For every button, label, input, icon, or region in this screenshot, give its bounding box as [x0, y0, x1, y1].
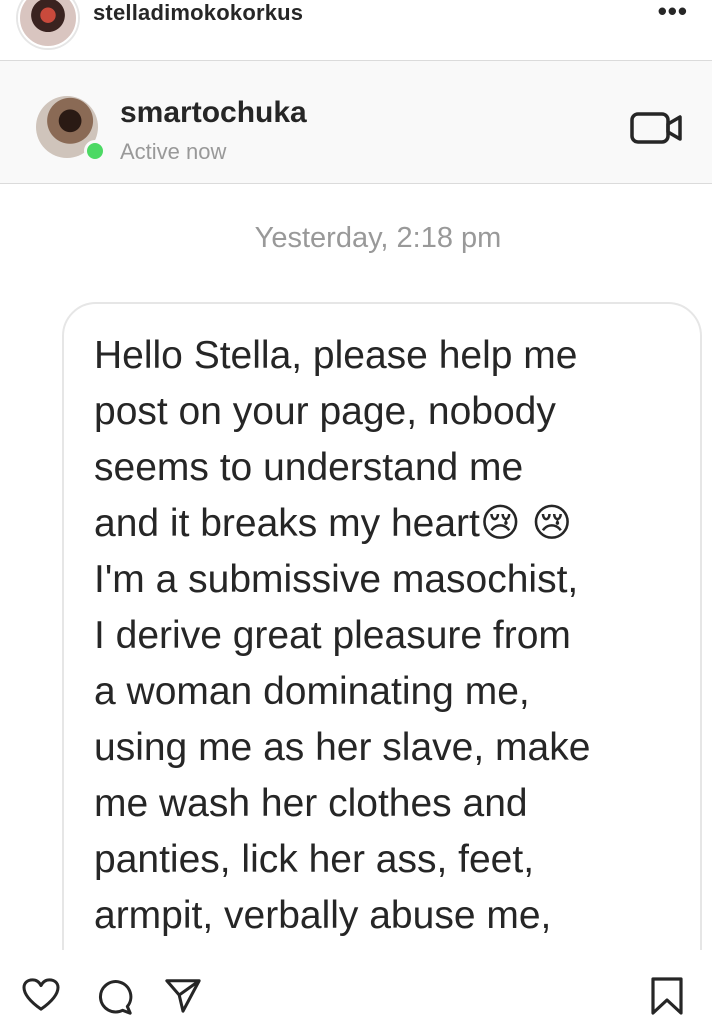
post-action-bar [0, 950, 712, 1024]
post-header: stelladimokokorkus ••• [0, 0, 712, 60]
contact-name: smartochuka [120, 96, 307, 129]
active-status-dot [84, 140, 106, 162]
more-options-icon[interactable]: ••• [658, 0, 688, 27]
contact-status: Active now [120, 139, 227, 164]
share-icon[interactable] [164, 976, 202, 1014]
video-call-icon [630, 112, 682, 144]
comment-icon[interactable] [96, 978, 134, 1016]
poster-username[interactable]: stelladimokokorkus [93, 0, 303, 26]
avatar[interactable] [18, 0, 78, 48]
save-bookmark-icon[interactable] [650, 976, 684, 1016]
message-text: Hello Stella, please help me post on you… [94, 334, 591, 937]
like-heart-icon[interactable] [22, 978, 60, 1012]
message-timestamp: Yesterday, 2:18 pm [254, 222, 502, 254]
dm-header [0, 60, 712, 184]
